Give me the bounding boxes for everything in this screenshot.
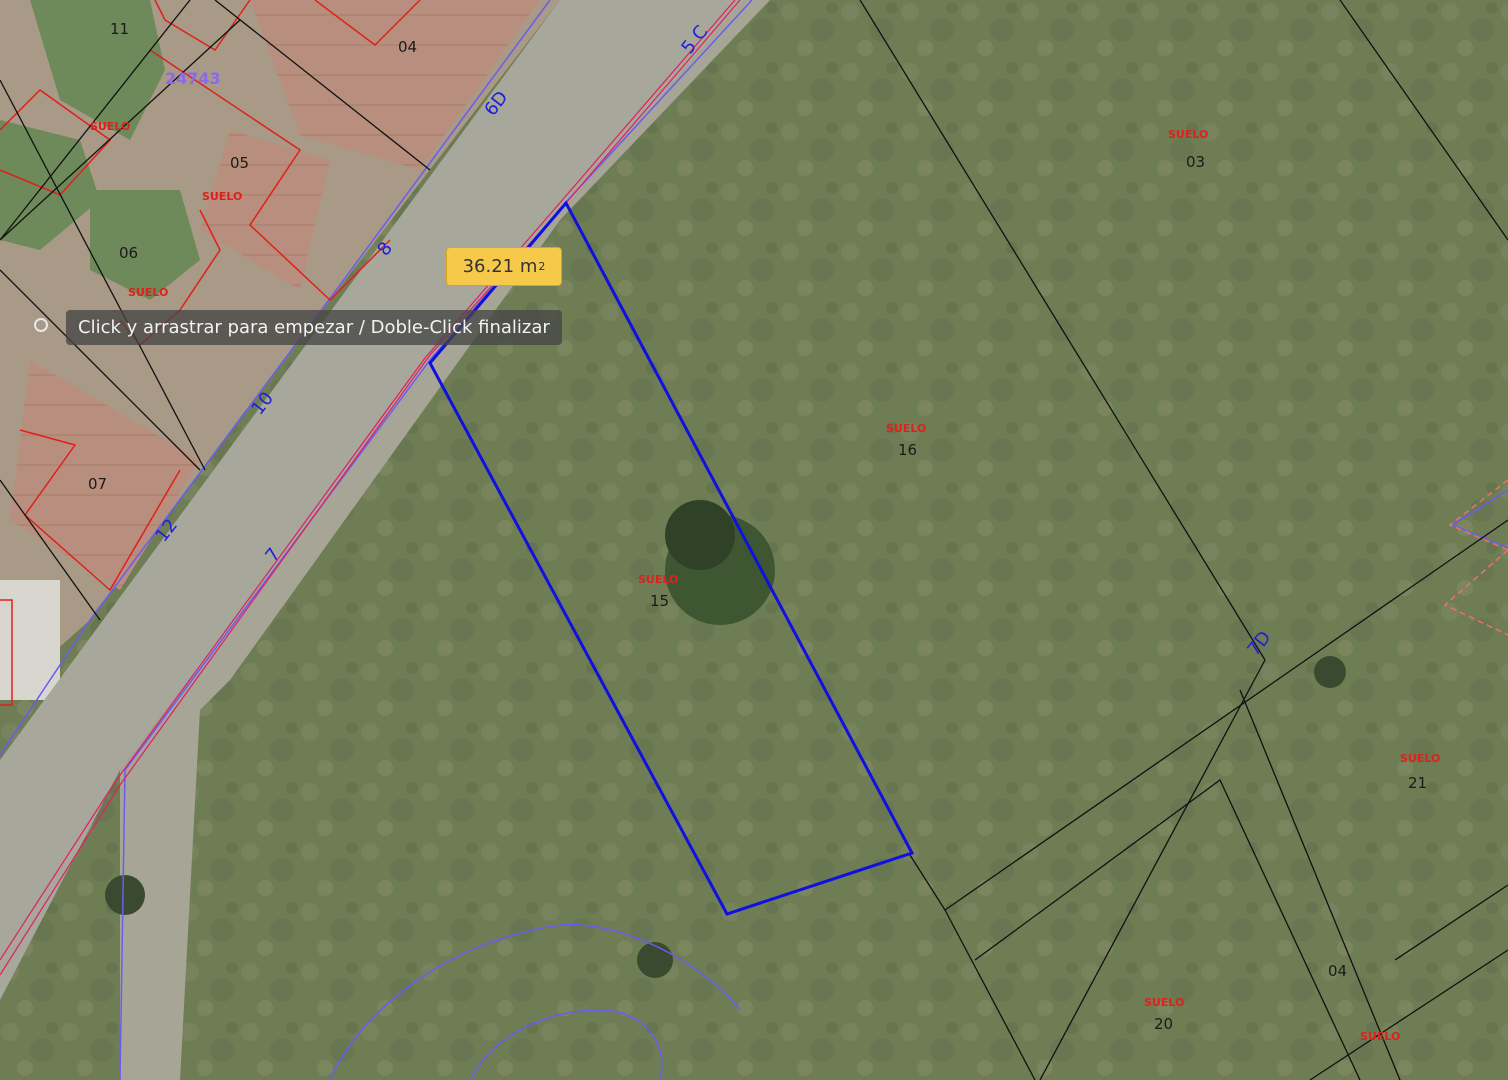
parcel-type-label: SUELO <box>638 573 678 586</box>
tree <box>1314 656 1346 688</box>
parcel-number: 06 <box>119 244 138 262</box>
area-unit-superscript: 2 <box>538 260 546 273</box>
parcel-type-label: SUELO <box>1168 128 1208 141</box>
parcel-number: 07 <box>88 475 107 493</box>
parcel-number: 04 <box>1328 962 1347 980</box>
parcel-type-label: SUELO <box>1400 752 1440 765</box>
white-building <box>0 580 60 700</box>
cadastral-reference: 24743 <box>165 69 221 88</box>
parcel-type-label: SUELO <box>1144 996 1184 1009</box>
parcel-number: 11 <box>110 20 129 38</box>
tree <box>637 942 673 978</box>
parcel-type-label: SUELO <box>886 422 926 435</box>
parcel-number: 16 <box>898 441 917 459</box>
parcel-number: 03 <box>1186 153 1205 171</box>
parcel-number: 20 <box>1154 1015 1173 1033</box>
parcel-type-label: SUELO <box>90 120 130 133</box>
parcel-type-label: SUELO <box>202 190 242 203</box>
area-measurement-badge: 36.21 m2 <box>446 247 562 286</box>
parcel-number: 21 <box>1408 774 1427 792</box>
cursor-ring-icon <box>34 318 48 332</box>
tree <box>665 500 735 570</box>
tree <box>105 875 145 915</box>
measure-tooltip: Click y arrastrar para empezar / Doble-C… <box>66 310 562 345</box>
map-canvas[interactable]: 11 SUELO 04 05 SUELO 06 SUELO 07 SUELO 0… <box>0 0 1508 1080</box>
parcel-number: 15 <box>650 592 669 610</box>
parcel-number: 04 <box>398 38 417 56</box>
parcel-type-label: SUELO <box>1360 1030 1400 1043</box>
area-value: 36.21 m <box>462 256 538 277</box>
parcel-number: 05 <box>230 154 249 172</box>
parcel-type-label: SUELO <box>128 286 168 299</box>
